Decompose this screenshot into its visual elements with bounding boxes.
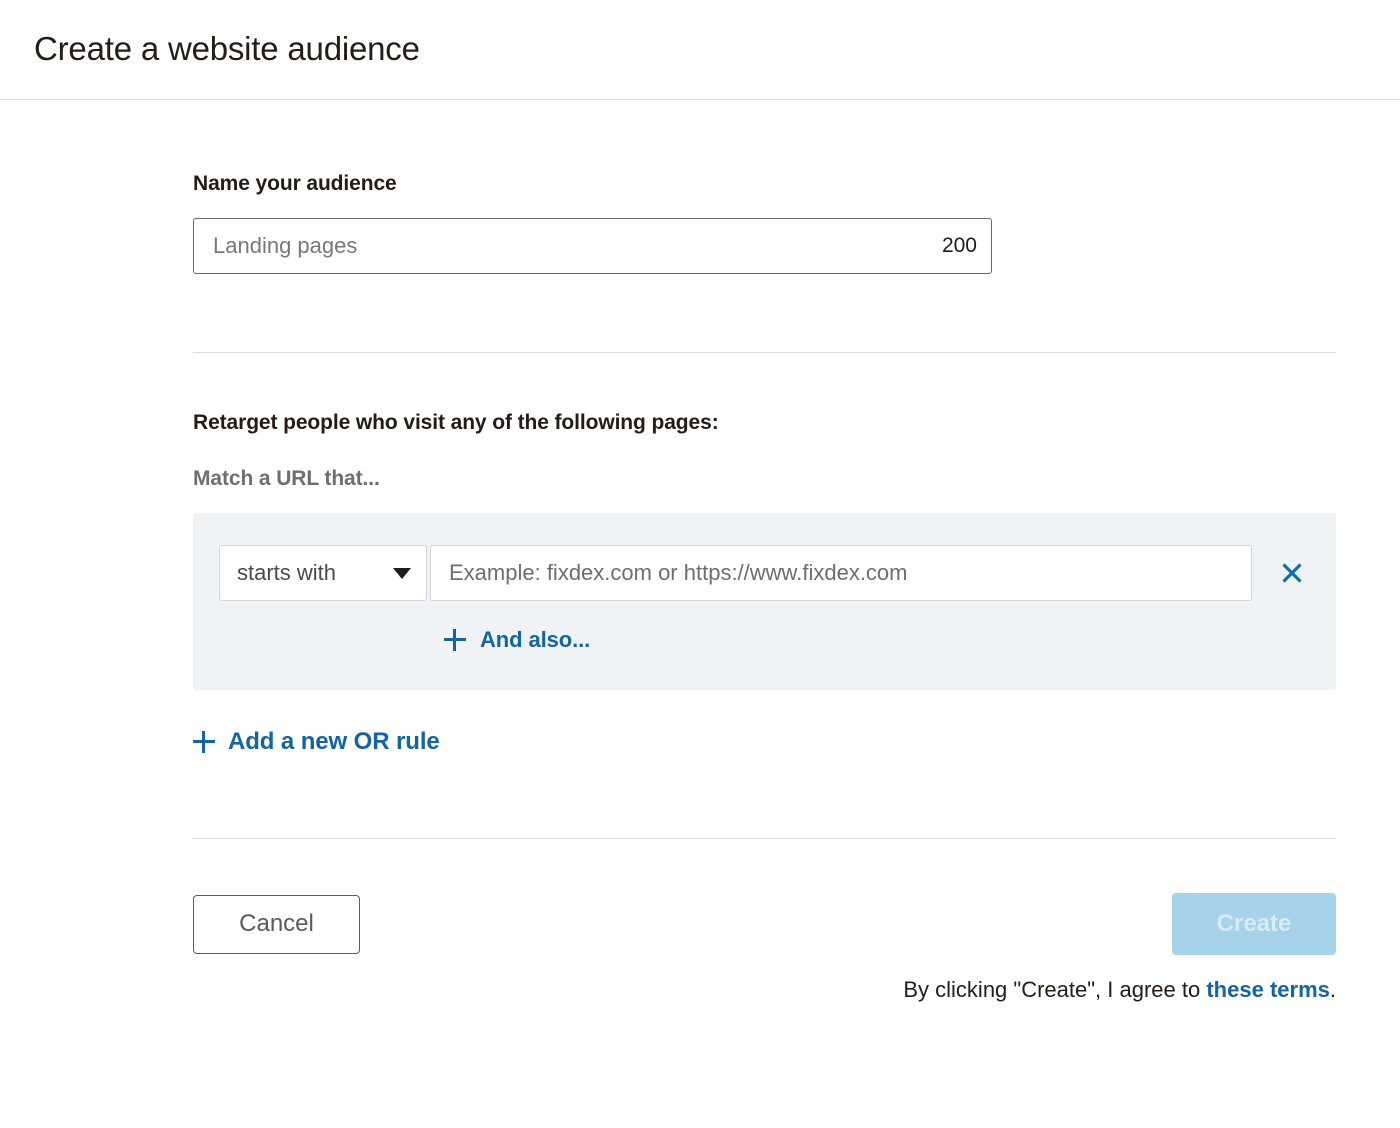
name-audience-section: Name your audience 200 <box>193 100 1336 274</box>
page-title: Create a website audience <box>34 30 420 68</box>
audience-name-field[interactable]: 200 <box>193 218 992 274</box>
match-type-select[interactable]: starts with <box>219 545 427 601</box>
add-or-rule-label: Add a new OR rule <box>228 728 440 755</box>
terms-prefix: By clicking "Create", I agree to <box>903 977 1207 1002</box>
match-type-value: starts with <box>237 560 337 585</box>
rule-group-panel: starts with And also... <box>193 513 1336 690</box>
plus-icon <box>444 629 466 651</box>
create-button[interactable]: Create <box>1172 893 1336 955</box>
content-column: Name your audience 200 Retarget people w… <box>193 100 1336 1003</box>
modal-header: Create a website audience <box>0 0 1400 100</box>
plus-icon <box>193 731 215 753</box>
rule-row: starts with <box>219 545 1310 601</box>
retarget-section: Retarget people who visit any of the fol… <box>193 353 1336 758</box>
and-also-button[interactable]: And also... <box>444 627 590 653</box>
chevron-down-icon <box>393 567 411 579</box>
section-divider-bottom <box>193 838 1336 839</box>
retarget-heading: Retarget people who visit any of the fol… <box>193 411 719 434</box>
character-counter: 200 <box>941 234 977 257</box>
close-icon[interactable] <box>1275 556 1309 590</box>
modal-body: Name your audience 200 Retarget people w… <box>0 100 1400 1003</box>
audience-name-input[interactable] <box>213 219 932 273</box>
add-or-rule-button[interactable]: Add a new OR rule <box>193 728 440 756</box>
and-also-label: And also... <box>480 627 591 652</box>
terms-agreement: By clicking "Create", I agree to these t… <box>193 977 1336 1003</box>
terms-link[interactable]: these terms <box>1206 977 1330 1002</box>
match-url-label: Match a URL that... <box>193 467 380 490</box>
cancel-button[interactable]: Cancel <box>193 894 360 954</box>
name-audience-label: Name your audience <box>193 172 397 195</box>
terms-suffix: . <box>1329 977 1336 1002</box>
url-input[interactable] <box>430 545 1252 601</box>
footer-actions: Cancel Create <box>193 893 1336 955</box>
